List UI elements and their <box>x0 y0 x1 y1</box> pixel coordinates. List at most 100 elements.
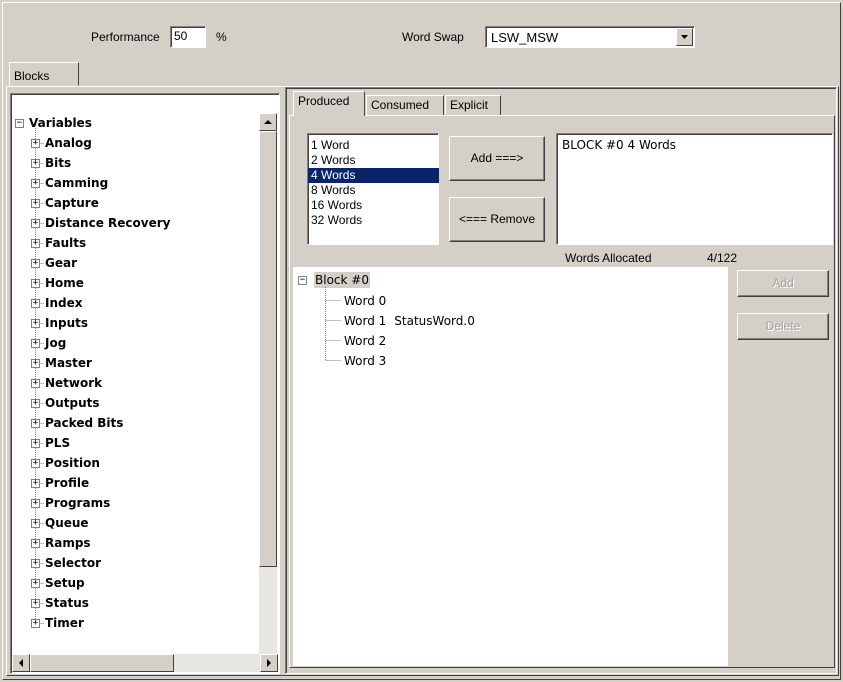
tree-item-label: Jog <box>45 336 67 350</box>
expand-icon[interactable]: + <box>31 399 40 408</box>
scroll-right-icon[interactable] <box>260 654 278 672</box>
expand-icon[interactable]: + <box>31 139 40 148</box>
word-swap-value: LSW_MSW <box>491 30 559 45</box>
expand-icon[interactable]: + <box>31 419 40 428</box>
tab-consumed-label: Consumed <box>371 98 430 112</box>
scroll-left-icon[interactable] <box>12 654 30 672</box>
performance-input[interactable]: 50 <box>170 26 206 48</box>
tree-item-label: Master <box>45 356 92 370</box>
tree-item-label: Position <box>45 456 100 470</box>
tree-item-label: Profile <box>45 476 90 490</box>
tree-item-label: Capture <box>45 196 99 210</box>
vertical-scrollbar[interactable] <box>259 113 277 654</box>
expand-icon[interactable]: + <box>31 439 40 448</box>
block-list[interactable]: BLOCK #0 4 Words <box>556 133 833 245</box>
tree-item-label: Timer <box>45 616 84 630</box>
performance-label: Performance <box>91 30 160 44</box>
expand-icon[interactable]: + <box>31 519 40 528</box>
add-word-button[interactable]: Add <box>737 270 829 297</box>
tab-explicit[interactable]: Explicit <box>445 95 501 116</box>
tree-content: − Variables + Analog + Bits + Camming + Capture… <box>11 113 259 653</box>
tree-item-label: Outputs <box>45 396 100 410</box>
expand-icon[interactable]: + <box>31 199 40 208</box>
word-size-option[interactable]: 1 Word <box>308 138 438 153</box>
tree-item-label: Queue <box>45 516 89 530</box>
block-word-row[interactable]: Word 1 StatusWord.0 <box>344 311 475 331</box>
tab-blocks[interactable]: Blocks <box>9 62 79 86</box>
expand-icon[interactable]: + <box>31 299 40 308</box>
word-swap-select[interactable]: LSW_MSW <box>485 26 695 48</box>
tree-item-label: Gear <box>45 256 78 270</box>
block-tree[interactable]: − Block #0 Word 0 Word 1 StatusWord.0 Word … <box>293 267 728 666</box>
word-name: Word 3 <box>344 354 387 368</box>
word-size-option[interactable]: 8 Words <box>308 183 438 198</box>
expand-icon[interactable]: + <box>31 619 40 628</box>
expand-icon[interactable]: + <box>31 459 40 468</box>
tab-explicit-label: Explicit <box>450 98 489 112</box>
hscroll-thumb[interactable] <box>30 654 174 672</box>
word-swap-label: Word Swap <box>402 30 464 44</box>
tree-item-label: Setup <box>45 576 85 590</box>
performance-value: 50 <box>174 29 188 43</box>
block-word-row[interactable]: Word 3 <box>344 351 394 371</box>
word-size-option[interactable]: 16 Words <box>308 198 438 213</box>
expand-icon[interactable]: + <box>31 279 40 288</box>
expand-icon[interactable]: + <box>31 579 40 588</box>
add-block-button[interactable]: Add ===> <box>449 136 545 181</box>
tree-item-label: Inputs <box>45 316 89 330</box>
remove-block-label: <=== Remove <box>458 212 536 226</box>
expand-icon[interactable]: + <box>31 479 40 488</box>
tab-consumed[interactable]: Consumed <box>366 95 444 116</box>
tree-item-label: Analog <box>45 136 92 150</box>
word-size-list[interactable]: 1 Word 2 Words 4 Words 8 Words 16 Words 32 Wo… <box>307 133 439 245</box>
expand-icon[interactable]: + <box>31 559 40 568</box>
variables-tree[interactable]: − Variables + Analog + Bits + Camming + Capture… <box>10 93 280 674</box>
delete-word-label: Delete <box>765 319 801 333</box>
expand-icon[interactable]: + <box>31 219 40 228</box>
word-name: Word 0 <box>344 294 387 308</box>
word-name: Word 1 <box>344 314 387 328</box>
tree-item-label: Packed Bits <box>45 416 124 430</box>
add-block-label: Add ===> <box>470 151 524 165</box>
word-name: Word 2 <box>344 334 387 348</box>
expand-icon[interactable]: + <box>31 159 40 168</box>
horizontal-scrollbar[interactable] <box>12 654 278 672</box>
tree-item-label: Camming <box>45 176 109 190</box>
tab-produced[interactable]: Produced <box>293 91 365 116</box>
expand-icon[interactable]: + <box>31 379 40 388</box>
add-word-label: Add <box>772 276 794 290</box>
expand-icon[interactable]: + <box>31 599 40 608</box>
expand-icon[interactable]: + <box>31 179 40 188</box>
tree-item-label: Faults <box>45 236 87 250</box>
tree-item-label: Status <box>45 596 89 610</box>
scroll-up-icon[interactable] <box>259 113 277 131</box>
block-word-row[interactable]: Word 0 <box>344 291 394 311</box>
word-size-option[interactable]: 2 Words <box>308 153 438 168</box>
tree-item-label: Selector <box>45 556 102 570</box>
tree-item-label: Distance Recovery <box>45 216 171 230</box>
expand-icon[interactable]: + <box>31 539 40 548</box>
dropdown-arrow-icon[interactable] <box>676 28 693 46</box>
tab-blocks-label: Blocks <box>14 69 50 83</box>
tree-item-label: Home <box>45 276 84 290</box>
tree-item-label: Index <box>45 296 83 310</box>
expand-icon[interactable]: + <box>31 499 40 508</box>
scroll-thumb[interactable] <box>259 131 277 567</box>
word-size-option[interactable]: 4 Words <box>308 168 439 183</box>
tree-item-label: Network <box>45 376 103 390</box>
delete-word-button[interactable]: Delete <box>737 313 829 340</box>
expand-icon[interactable]: + <box>31 339 40 348</box>
expand-icon[interactable]: + <box>31 319 40 328</box>
remove-block-button[interactable]: <=== Remove <box>449 197 545 242</box>
expand-icon[interactable]: + <box>31 259 40 268</box>
block-word-row[interactable]: Word 2 <box>344 331 394 351</box>
expand-icon[interactable]: + <box>31 239 40 248</box>
words-allocated-value: 4/122 <box>707 251 738 265</box>
word-value: StatusWord.0 <box>394 314 475 328</box>
tree-item-label: Programs <box>45 496 111 510</box>
tab-produced-label: Produced <box>298 94 350 108</box>
performance-unit: % <box>216 30 227 44</box>
expand-icon[interactable]: + <box>31 359 40 368</box>
word-size-option[interactable]: 32 Words <box>308 213 438 228</box>
block-list-item[interactable]: BLOCK #0 4 Words <box>562 138 827 152</box>
